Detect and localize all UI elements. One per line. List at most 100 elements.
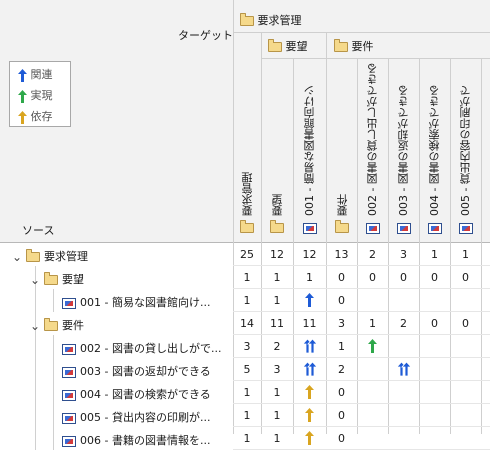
- matrix-cell[interactable]: [293, 338, 326, 354]
- matrix-cell[interactable]: [419, 409, 450, 423]
- matrix-cell[interactable]: [419, 432, 450, 446]
- matrix-cell[interactable]: [388, 409, 419, 423]
- matrix-cell[interactable]: 0: [388, 271, 419, 285]
- matrix-cell[interactable]: [293, 385, 326, 399]
- matrix-cell[interactable]: [450, 409, 481, 423]
- expand-toggle-icon[interactable]: ⌄: [30, 320, 44, 332]
- matrix-cell[interactable]: 1: [233, 294, 261, 308]
- matrix-cell[interactable]: [450, 432, 481, 446]
- matrix-cell[interactable]: [450, 294, 481, 308]
- matrix-cell[interactable]: 0: [326, 386, 357, 400]
- matrix-cell[interactable]: 1: [450, 248, 481, 262]
- matrix-cell[interactable]: 1: [326, 340, 357, 354]
- column-header-youbou[interactable]: 要望: [261, 58, 293, 242]
- requirement-icon: [62, 343, 76, 355]
- matrix-cell[interactable]: 0: [326, 271, 357, 285]
- matrix-cell[interactable]: 3: [233, 340, 261, 354]
- matrix-cell[interactable]: [450, 340, 481, 354]
- matrix-cell[interactable]: 1: [293, 271, 326, 285]
- column-header-req-005[interactable]: 005 - 貸出内容の印刷がで: [450, 58, 481, 242]
- matrix-cell[interactable]: 13: [326, 248, 357, 262]
- column-header-req-004[interactable]: 004 - 図書の検索ができる: [419, 58, 450, 242]
- column-header-requirement-management[interactable]: 要求管理: [233, 58, 261, 242]
- matrix-cell[interactable]: 2: [326, 363, 357, 377]
- matrix-cell[interactable]: 11: [293, 317, 326, 331]
- matrix-cell[interactable]: [293, 431, 326, 445]
- matrix-cell[interactable]: 12: [261, 248, 293, 262]
- matrix-cell[interactable]: 1: [357, 317, 388, 331]
- matrix-cell[interactable]: 0: [357, 271, 388, 285]
- matrix-cell[interactable]: [357, 432, 388, 446]
- matrix-cell[interactable]: 1: [261, 294, 293, 308]
- column-label: 要件: [336, 194, 349, 216]
- matrix-cell[interactable]: [388, 361, 419, 377]
- matrix-cell[interactable]: [388, 386, 419, 400]
- matrix-cell[interactable]: 2: [388, 317, 419, 331]
- matrix-cell[interactable]: 11: [261, 317, 293, 331]
- matrix-cell[interactable]: 0: [326, 409, 357, 423]
- matrix-cell[interactable]: [357, 363, 388, 377]
- matrix-cell[interactable]: 1: [261, 409, 293, 423]
- matrix-cell[interactable]: 0: [419, 271, 450, 285]
- matrix-cell[interactable]: 0: [450, 271, 481, 285]
- group-label: 要望: [285, 40, 308, 53]
- matrix-cell[interactable]: 0: [450, 317, 481, 331]
- matrix-cell[interactable]: 1: [233, 271, 261, 285]
- matrix-cell[interactable]: [357, 409, 388, 423]
- column-group-youbou[interactable]: 要望: [268, 38, 308, 54]
- matrix-cell[interactable]: 0: [326, 294, 357, 308]
- matrix-cell[interactable]: 25: [233, 248, 261, 262]
- matrix-cell[interactable]: 1: [233, 386, 261, 400]
- matrix-cell[interactable]: 1: [233, 409, 261, 423]
- matrix-cell[interactable]: [293, 408, 326, 422]
- matrix-cell[interactable]: [357, 294, 388, 308]
- tree-row[interactable]: ⌄ 要求管理: [12, 248, 88, 264]
- matrix-cell[interactable]: 1: [261, 386, 293, 400]
- tree-row[interactable]: ⌄ 要件: [30, 317, 84, 333]
- tree-row[interactable]: 003 - 図書の返却ができる: [48, 363, 211, 379]
- matrix-cell[interactable]: [419, 294, 450, 308]
- matrix-cell[interactable]: 3: [326, 317, 357, 331]
- matrix-cell[interactable]: 1: [419, 248, 450, 262]
- matrix-cell[interactable]: 2: [261, 340, 293, 354]
- matrix-cell[interactable]: 0: [326, 432, 357, 446]
- tree-row[interactable]: 002 - 図書の貸し出しがで...: [48, 340, 221, 356]
- tree-row-label: 要望: [62, 273, 84, 286]
- tree-row[interactable]: 004 - 図書の検索ができる: [48, 386, 211, 402]
- matrix-cell[interactable]: [419, 363, 450, 377]
- matrix-cell[interactable]: [293, 293, 326, 307]
- matrix-cell[interactable]: [388, 294, 419, 308]
- column-header-req-001[interactable]: 001 - 簡易な図書館向けシ: [293, 58, 326, 242]
- column-header-req-002[interactable]: 002 - 図書の貸し出しができる: [357, 58, 388, 242]
- matrix-cell[interactable]: [419, 386, 450, 400]
- matrix-cell[interactable]: 2: [357, 248, 388, 262]
- tree-row[interactable]: 001 - 簡易な図書館向け...: [48, 294, 210, 310]
- folder-icon: [334, 39, 348, 52]
- matrix-cell[interactable]: [357, 339, 388, 353]
- matrix-cell[interactable]: [419, 340, 450, 354]
- matrix-cell[interactable]: [450, 363, 481, 377]
- column-header-req-003[interactable]: 003 - 図書の返却ができる: [388, 58, 419, 242]
- matrix-cell[interactable]: 3: [388, 248, 419, 262]
- column-group-requirement-management[interactable]: 要求管理: [240, 12, 302, 28]
- matrix-cell[interactable]: 3: [261, 363, 293, 377]
- matrix-cell[interactable]: [388, 432, 419, 446]
- matrix-cell[interactable]: 12: [293, 248, 326, 262]
- matrix-cell[interactable]: [293, 361, 326, 377]
- expand-toggle-icon[interactable]: ⌄: [12, 251, 26, 263]
- column-group-youken[interactable]: 要件: [334, 38, 374, 54]
- matrix-cell[interactable]: [357, 386, 388, 400]
- matrix-cell[interactable]: 14: [233, 317, 261, 331]
- matrix-cell[interactable]: 1: [233, 432, 261, 446]
- tree-row[interactable]: 005 - 貸出内容の印刷が...: [48, 409, 210, 425]
- matrix-cell[interactable]: 0: [419, 317, 450, 331]
- matrix-cell[interactable]: 1: [261, 432, 293, 446]
- matrix-cell[interactable]: 1: [261, 271, 293, 285]
- matrix-cell[interactable]: [450, 386, 481, 400]
- expand-toggle-icon[interactable]: ⌄: [30, 274, 44, 286]
- tree-row[interactable]: 006 - 書籍の図書情報を...: [48, 432, 210, 448]
- column-header-youken[interactable]: 要件: [326, 58, 357, 242]
- matrix-cell[interactable]: [388, 340, 419, 354]
- tree-row[interactable]: ⌄ 要望: [30, 271, 84, 287]
- matrix-cell[interactable]: 5: [233, 363, 261, 377]
